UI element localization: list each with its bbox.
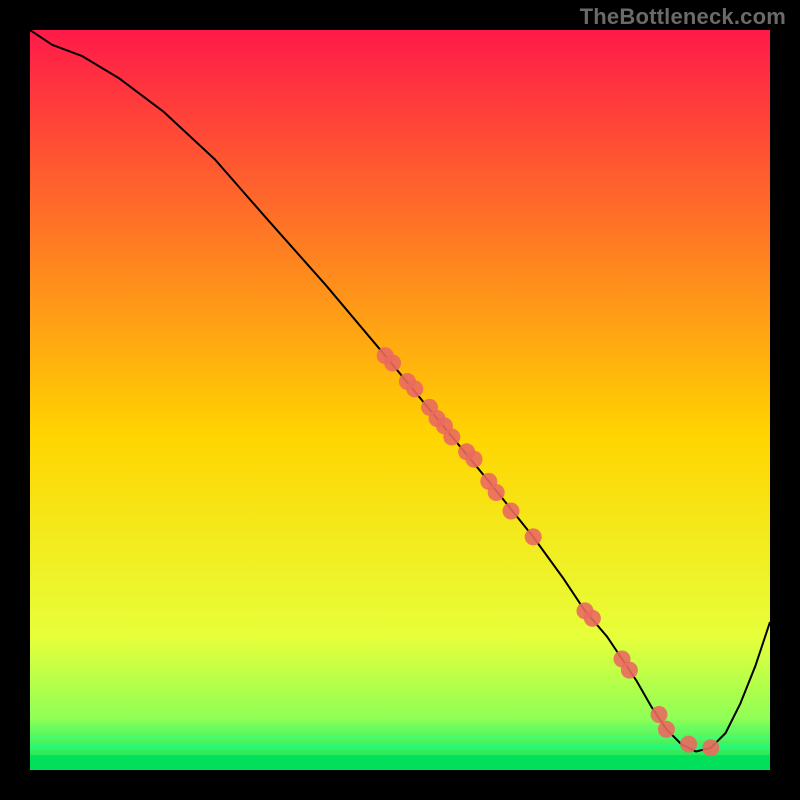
gradient-background — [30, 30, 770, 770]
chart-frame: TheBottleneck.com — [0, 0, 800, 800]
data-point — [406, 380, 423, 397]
data-point — [621, 662, 638, 679]
data-point — [650, 706, 667, 723]
data-point — [465, 451, 482, 468]
data-point — [488, 484, 505, 501]
data-point — [502, 502, 519, 519]
watermark-text: TheBottleneck.com — [580, 4, 786, 30]
data-point — [658, 721, 675, 738]
data-point — [525, 528, 542, 545]
data-point — [443, 428, 460, 445]
data-point — [702, 739, 719, 756]
chart-svg — [30, 30, 770, 770]
plot-area — [30, 30, 770, 770]
data-point — [680, 736, 697, 753]
data-point — [584, 610, 601, 627]
data-point — [384, 354, 401, 371]
